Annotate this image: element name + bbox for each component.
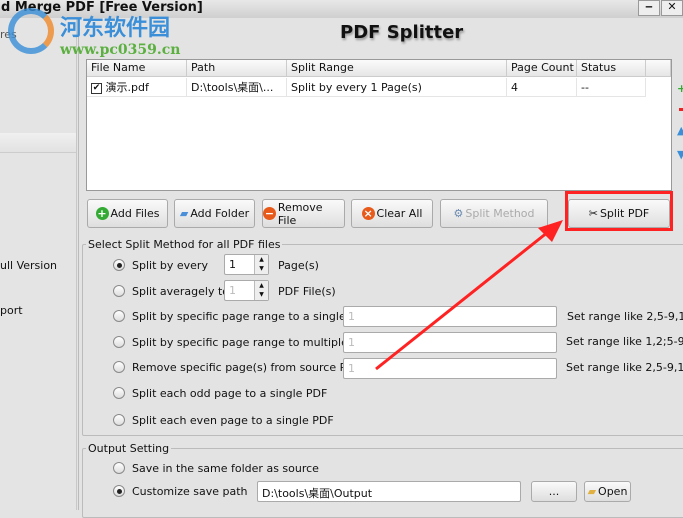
radio-odd-pages[interactable] [113,387,125,399]
label: Clear All [376,207,423,220]
label: Open [598,485,628,498]
highlight-box [565,191,673,231]
split-method-button[interactable]: ⚙ Split Method [440,199,548,228]
range-single-label: Split by specific page range to a single… [132,310,371,323]
radio-even-pages[interactable] [113,414,125,426]
remove-file-button[interactable]: − Remove File [262,199,345,228]
range-multi-input[interactable]: 1 [343,332,557,353]
watermark-logo-icon [8,8,54,54]
remove-pages-label: Remove specific page(s) from source PDF [132,361,362,374]
split-average-label: Split averagely to [132,285,230,298]
remove-pages-input[interactable]: 1 [343,358,557,379]
column-header[interactable]: Path [187,60,287,77]
label: Split Method [465,207,535,220]
move-down-icon[interactable]: ▼ [677,148,683,161]
same-folder-label: Save in the same folder as source [132,462,319,475]
minimize-button[interactable]: ‒ [638,0,660,16]
column-header [646,60,671,77]
row-checkbox[interactable]: ✔ [91,82,102,94]
range-hint: Set range like 1,2;5-9;12 [566,335,683,348]
clear-icon: × [361,207,375,220]
page-count: 4 [507,78,577,97]
file-name: 演示.pdf [105,81,149,94]
clear-all-button[interactable]: × Clear All [351,199,433,228]
custom-path-label: Customize save path [132,485,248,498]
value: 1 [229,258,236,271]
output-title: Output Setting [86,442,172,455]
unit-label: Page(s) [278,259,319,272]
add-files-button[interactable]: + Add Files [87,199,168,228]
table-row[interactable]: ✔ 演示.pdf [87,78,187,97]
page-title: PDF Splitter [340,22,464,43]
radio-range-multi[interactable] [113,336,125,348]
radio-remove-pages[interactable] [113,361,125,373]
column-header[interactable]: File Name [87,60,187,77]
sidebar-divider [0,133,76,153]
range-multi-label: Split by specific page range to multiple… [132,336,373,349]
label: Add Folder [190,207,250,220]
column-header[interactable]: Status [577,60,646,77]
unit-label: PDF File(s) [278,285,336,298]
minus-icon: − [263,207,276,220]
column-header[interactable]: Page Count [507,60,577,77]
column-header[interactable]: Split Range [287,60,507,77]
save-path-input[interactable]: D:\tools\桌面\Output [257,481,521,502]
radio-split-every[interactable] [113,259,125,271]
even-pages-label: Split each even page to a single PDF [132,414,334,427]
radio-split-average[interactable] [113,285,125,297]
range-single-input[interactable]: 1 [343,306,557,327]
watermark-name: 河东软件园 [60,15,171,41]
split-method-title: Select Split Method for all PDF files [86,238,283,251]
watermark-url: www.pc0359.cn [60,42,181,58]
label: Add Files [110,207,160,220]
move-up-icon[interactable]: ▲ [677,124,683,137]
sidebar: res ull Version port [0,18,77,510]
odd-pages-label: Split each odd page to a single PDF [132,387,328,400]
stepper-arrows[interactable]: ▲ ▼ [254,281,268,300]
range-hint: Set range like 2,5-9,12 [566,361,683,374]
radio-custom-path[interactable] [113,485,125,497]
pages-stepper[interactable]: 1 ▲ ▼ [224,254,269,275]
sidebar-item-support[interactable]: port [0,304,23,317]
close-button[interactable]: ✕ [661,0,683,16]
file-table: File Name Path Split Range Page Count St… [86,59,672,191]
split-every-label: Split by every [132,259,208,272]
label: Remove File [277,200,323,227]
gear-icon: ⚙ [453,207,464,220]
split-range: Split by every 1 Page(s) [287,78,507,97]
add-folder-button[interactable]: ▰ Add Folder [174,199,255,228]
sidebar-item-full-version[interactable]: ull Version [0,259,57,272]
value: 1 [229,284,236,297]
remove-icon[interactable] [679,108,683,111]
folder-icon: ▰ [587,485,597,498]
files-stepper[interactable]: 1 ▲ ▼ [224,280,269,301]
folder-plus-icon: ▰ [179,207,189,220]
stepper-arrows[interactable]: ▲ ▼ [254,255,268,274]
browse-button[interactable]: ... [531,481,577,502]
file-path: D:\tools\桌面\... [187,78,287,97]
range-hint: Set range like 2,5-9,12 [567,310,683,323]
add-icon[interactable]: + [677,82,683,95]
radio-range-single[interactable] [113,310,125,322]
plus-icon: + [95,207,109,220]
open-button[interactable]: ▰ Open [584,481,631,502]
status: -- [577,78,646,97]
radio-same-folder[interactable] [113,462,125,474]
